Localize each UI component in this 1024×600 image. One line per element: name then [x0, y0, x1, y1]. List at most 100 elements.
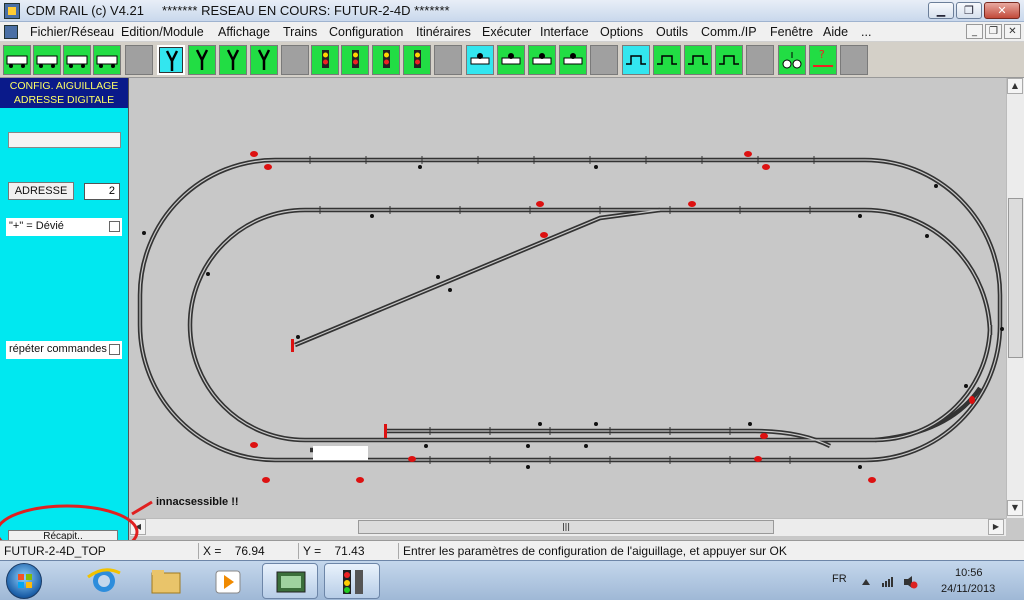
block-double-icon [719, 55, 739, 65]
turnout-arrow-button[interactable] [219, 45, 247, 75]
turnout-button[interactable] [188, 45, 216, 75]
inner-loop-track[interactable] [187, 207, 993, 443]
menu-fichier[interactable]: Fichier/Réseau [30, 25, 114, 39]
clock-time[interactable]: 10:56 [955, 567, 983, 579]
toolbar-blank-button[interactable] [125, 45, 153, 75]
signal-double-button[interactable] [403, 45, 431, 75]
menu-bar: Fichier/Réseau Edition/Module Affichage … [0, 22, 1024, 42]
language-indicator[interactable]: FR [832, 573, 847, 585]
signal-red-icon [352, 50, 359, 68]
scroll-up-icon[interactable]: ▲ [1007, 78, 1023, 94]
cdm-rail-taskbar-button[interactable] [262, 563, 318, 599]
outer-loop-track[interactable] [137, 157, 1003, 463]
train-up-down-icon [66, 55, 88, 68]
track-layout[interactable] [130, 78, 1006, 518]
scroll-right-icon[interactable]: ▶ [988, 519, 1004, 535]
signal-arrow-button[interactable] [372, 45, 400, 75]
toolbar-blank-button[interactable] [840, 45, 868, 75]
signal-icon [250, 151, 258, 157]
mdi-minimize-button[interactable]: _ [966, 24, 983, 39]
taskbar: FR 10:56 24/11/2013 [0, 560, 1024, 600]
document-icon[interactable] [4, 25, 18, 39]
diagonal-siding-track[interactable] [294, 207, 661, 348]
toolbar-blank-button[interactable] [590, 45, 618, 75]
menu-affichage[interactable]: Affichage [218, 25, 270, 39]
block-button[interactable] [622, 45, 650, 75]
layout-canvas[interactable] [130, 78, 1006, 518]
signal-icon [760, 433, 768, 439]
x-value: 76.94 [234, 544, 265, 558]
start-button[interactable] [6, 563, 42, 599]
tray-icons[interactable] [860, 575, 920, 589]
explorer-taskbar-button[interactable] [138, 563, 194, 599]
name-field[interactable] [8, 132, 121, 148]
internet-explorer-icon [87, 568, 121, 592]
panel-header: CONFIG. AIGUILLAGE ADRESSE DIGITALE [0, 78, 128, 108]
detector-arrow-button[interactable] [528, 45, 556, 75]
menu-configuration[interactable]: Configuration [329, 25, 403, 39]
minimize-button[interactable]: ▁ [928, 2, 954, 19]
train-up-down-button[interactable] [63, 45, 91, 75]
signal-taskbar-button[interactable] [324, 563, 380, 599]
menu-interface[interactable]: Interface [540, 25, 589, 39]
detector-double-button[interactable] [559, 45, 587, 75]
block-arrow-button[interactable] [684, 45, 712, 75]
signal-red-button[interactable] [341, 45, 369, 75]
repeter-checkbox[interactable]: répéter commandes [6, 341, 122, 359]
mdi-close-button[interactable]: ✕ [1004, 24, 1021, 39]
close-button[interactable]: ✕ [984, 2, 1020, 19]
adresse-button[interactable]: ADRESSE [8, 182, 74, 200]
media-player-taskbar-button[interactable] [200, 563, 256, 599]
signal-button[interactable] [311, 45, 339, 75]
repeter-checkbox-box[interactable] [109, 344, 120, 355]
block-train-button[interactable] [653, 45, 681, 75]
toolbar-blank-button[interactable] [746, 45, 774, 75]
train-couple-icon [36, 55, 58, 68]
scroll-down-icon[interactable]: ▼ [1007, 500, 1023, 516]
train-turn-button[interactable] [93, 45, 121, 75]
detector-icon [470, 53, 490, 65]
turnout-double-arrow-button[interactable] [250, 45, 278, 75]
detector-button[interactable] [466, 45, 494, 75]
route-button[interactable] [778, 45, 806, 75]
help-arrow-button[interactable]: ? [809, 45, 837, 75]
menu-options[interactable]: Options [600, 25, 643, 39]
detector-arrow-icon [532, 53, 552, 65]
vertical-scrollbar[interactable]: ▲ ▼ [1006, 78, 1024, 518]
turnout-selected-button[interactable] [157, 45, 185, 75]
menu-aide[interactable]: Aide [823, 25, 848, 39]
menu-fenetre[interactable]: Fenêtre [770, 25, 813, 39]
mdi-restore-button[interactable]: ❐ [985, 24, 1002, 39]
clock-date[interactable]: 24/11/2013 [941, 583, 995, 595]
horizontal-scroll-thumb[interactable]: ||| [358, 520, 774, 534]
toolbar-blank-button[interactable] [281, 45, 309, 75]
menu-trains[interactable]: Trains [283, 25, 317, 39]
app-icon[interactable] [4, 3, 20, 19]
train-button[interactable] [3, 45, 31, 75]
status-bar: FUTUR-2-4D_TOP X = 76.94 Y = 71.43 Entre… [0, 540, 1024, 560]
menu-more[interactable]: ... [861, 25, 871, 39]
menu-edition[interactable]: Edition/Module [121, 25, 204, 39]
horizontal-scrollbar[interactable]: ◀ ||| ▶ [130, 518, 1006, 536]
devie-checkbox[interactable]: "+" = Dévié [6, 218, 122, 236]
detector-train-button[interactable] [497, 45, 525, 75]
train-icon [6, 55, 28, 68]
toolbar-blank-button[interactable] [434, 45, 462, 75]
signal-app-icon [343, 570, 363, 594]
menu-comm-ip[interactable]: Comm./IP [701, 25, 757, 39]
train-couple-button[interactable] [33, 45, 61, 75]
toolbar: ? [0, 42, 1024, 78]
vertical-scroll-thumb[interactable] [1008, 198, 1023, 358]
block-double-button[interactable] [715, 45, 743, 75]
repeter-label: répéter commandes [9, 343, 107, 355]
devie-checkbox-box[interactable] [109, 221, 120, 232]
signal-icon [762, 164, 770, 170]
adresse-input[interactable]: 2 [84, 183, 120, 200]
menu-itineraires[interactable]: Itinéraires [416, 25, 471, 39]
ie-taskbar-button[interactable] [76, 563, 132, 599]
signal-icon [322, 50, 329, 68]
menu-outils[interactable]: Outils [656, 25, 688, 39]
maximize-button[interactable]: ❐ [956, 2, 982, 19]
menu-executer[interactable]: Exécuter [482, 25, 531, 39]
signal-icon [356, 477, 364, 483]
